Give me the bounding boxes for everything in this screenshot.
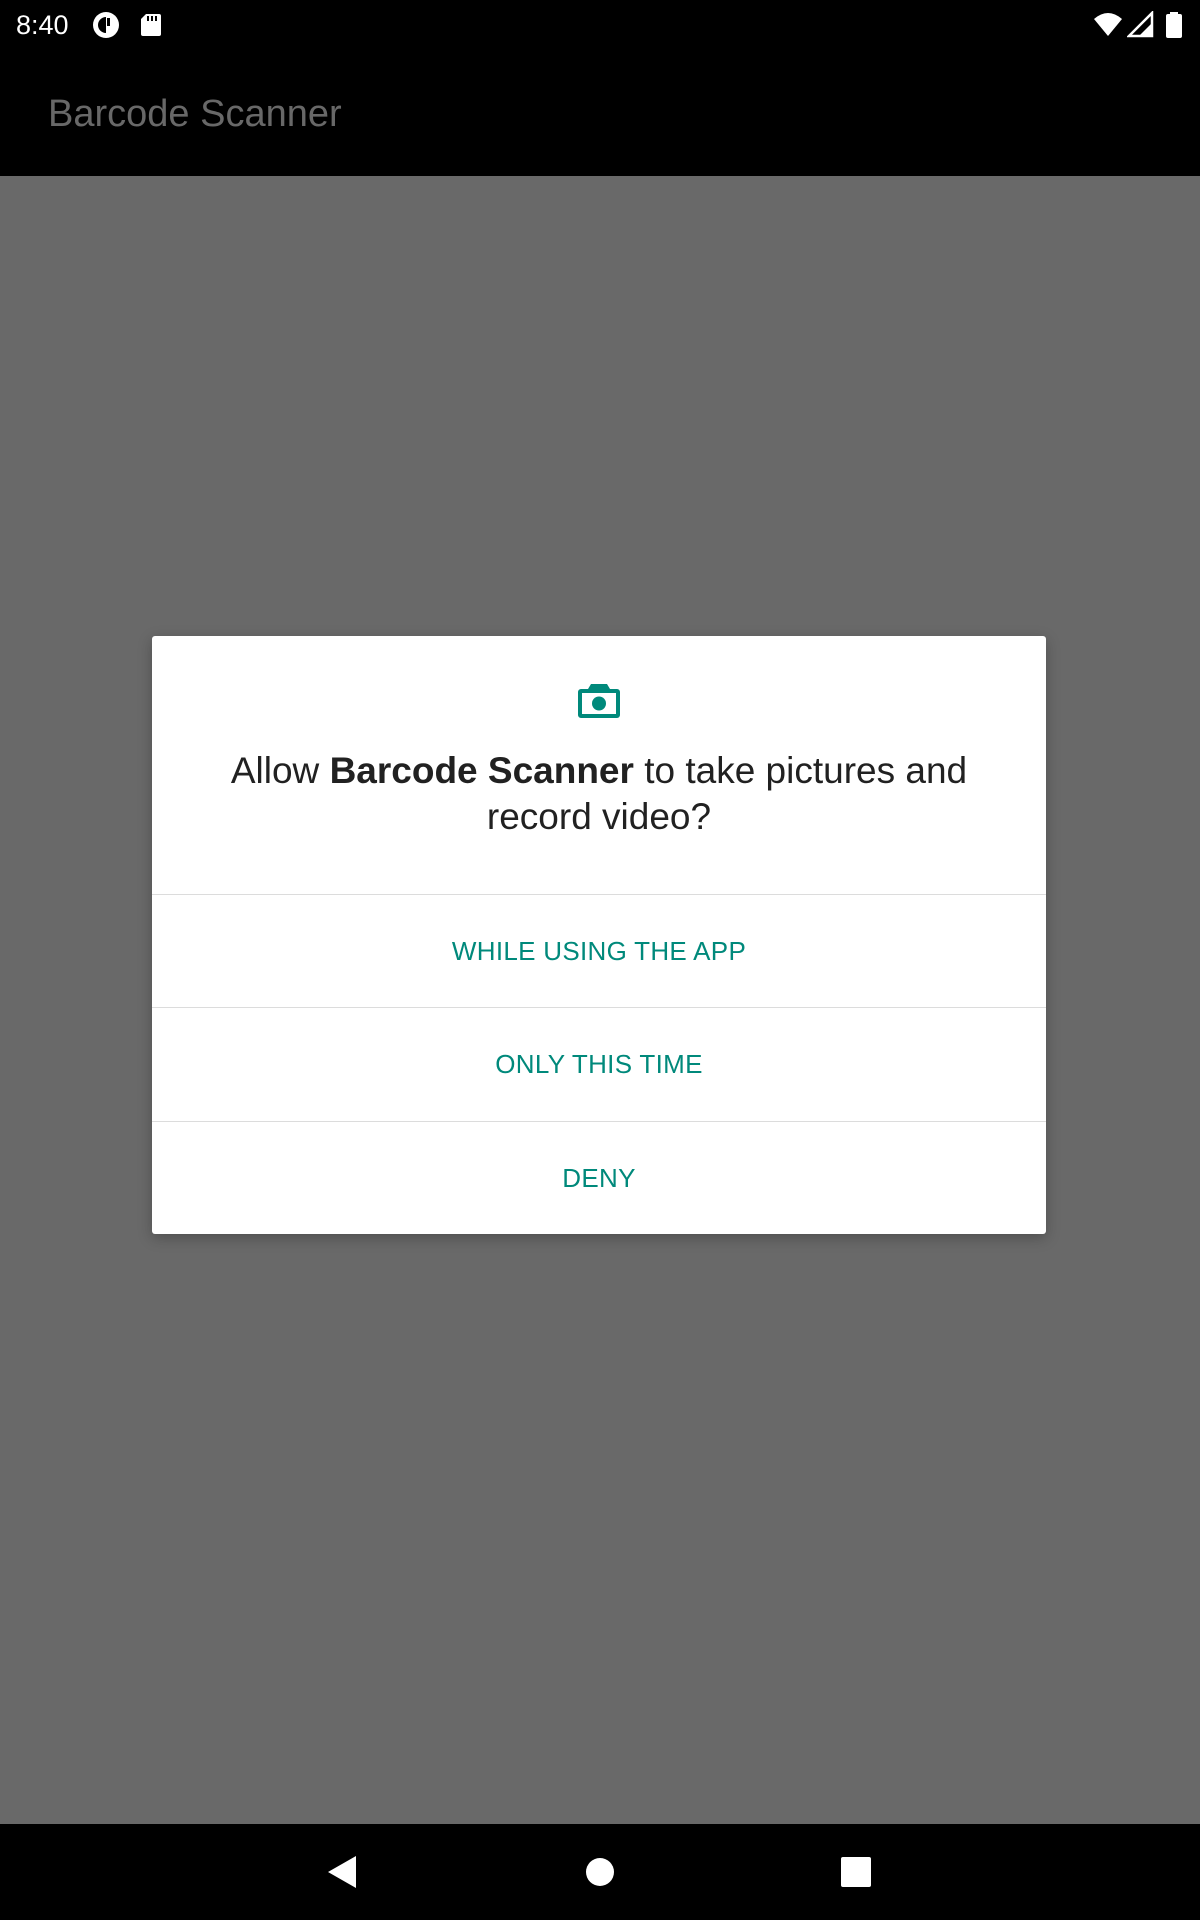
message-prefix: Allow	[230, 750, 330, 791]
camera-icon	[576, 678, 622, 724]
app-title: Barcode Scanner	[48, 93, 342, 135]
battery-icon	[1163, 11, 1185, 39]
while-using-app-button[interactable]: WHILE USING THE APP	[152, 894, 1046, 1007]
status-time: 8:40	[16, 10, 69, 40]
status-bar: 8:40	[0, 0, 1200, 50]
message-app-name: Barcode Scanner	[329, 750, 634, 791]
home-icon[interactable]	[578, 1850, 622, 1894]
only-this-time-button[interactable]: ONLY THIS TIME	[152, 1007, 1046, 1120]
dialog-header: Allow Barcode Scanner to take pictures a…	[152, 636, 1046, 894]
cell-signal-icon	[1127, 11, 1155, 39]
wifi-icon	[1094, 11, 1122, 39]
sd-card-icon	[137, 11, 165, 39]
screen: 8:40 Barcode Scanner Allow Barcode Scann…	[0, 0, 1200, 1920]
navigation-bar	[0, 1824, 1200, 1920]
notification-app-icon	[92, 11, 120, 39]
deny-button[interactable]: DENY	[152, 1121, 1046, 1234]
permission-dialog: Allow Barcode Scanner to take pictures a…	[152, 636, 1046, 1234]
back-icon[interactable]	[320, 1850, 364, 1894]
dialog-message: Allow Barcode Scanner to take pictures a…	[192, 748, 1006, 840]
recents-icon[interactable]	[834, 1850, 878, 1894]
app-bar: Barcode Scanner	[0, 50, 1200, 176]
